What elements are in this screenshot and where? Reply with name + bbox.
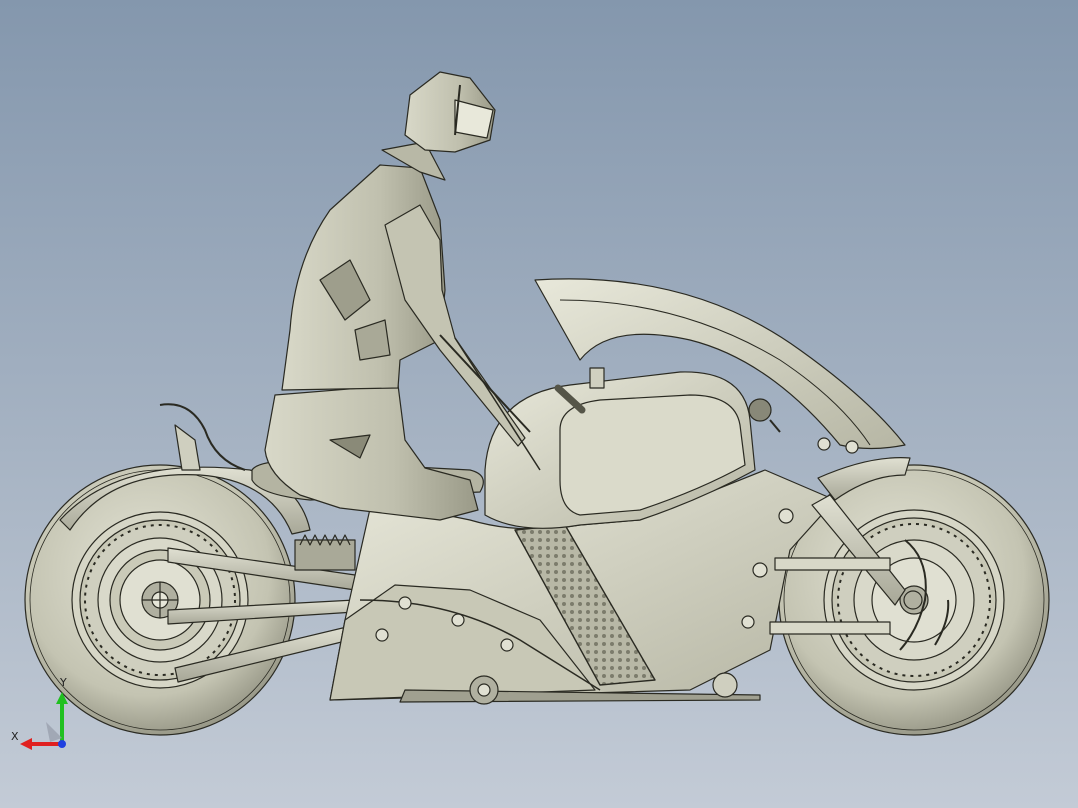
motorcycle-model[interactable] <box>0 0 1078 808</box>
z-axis-marker <box>58 740 66 748</box>
x-axis-label: X <box>11 730 19 743</box>
coordinate-triad: X Y <box>10 676 80 754</box>
y-axis-label: Y <box>60 676 67 689</box>
3d-viewport[interactable]: X Y <box>0 0 1078 808</box>
